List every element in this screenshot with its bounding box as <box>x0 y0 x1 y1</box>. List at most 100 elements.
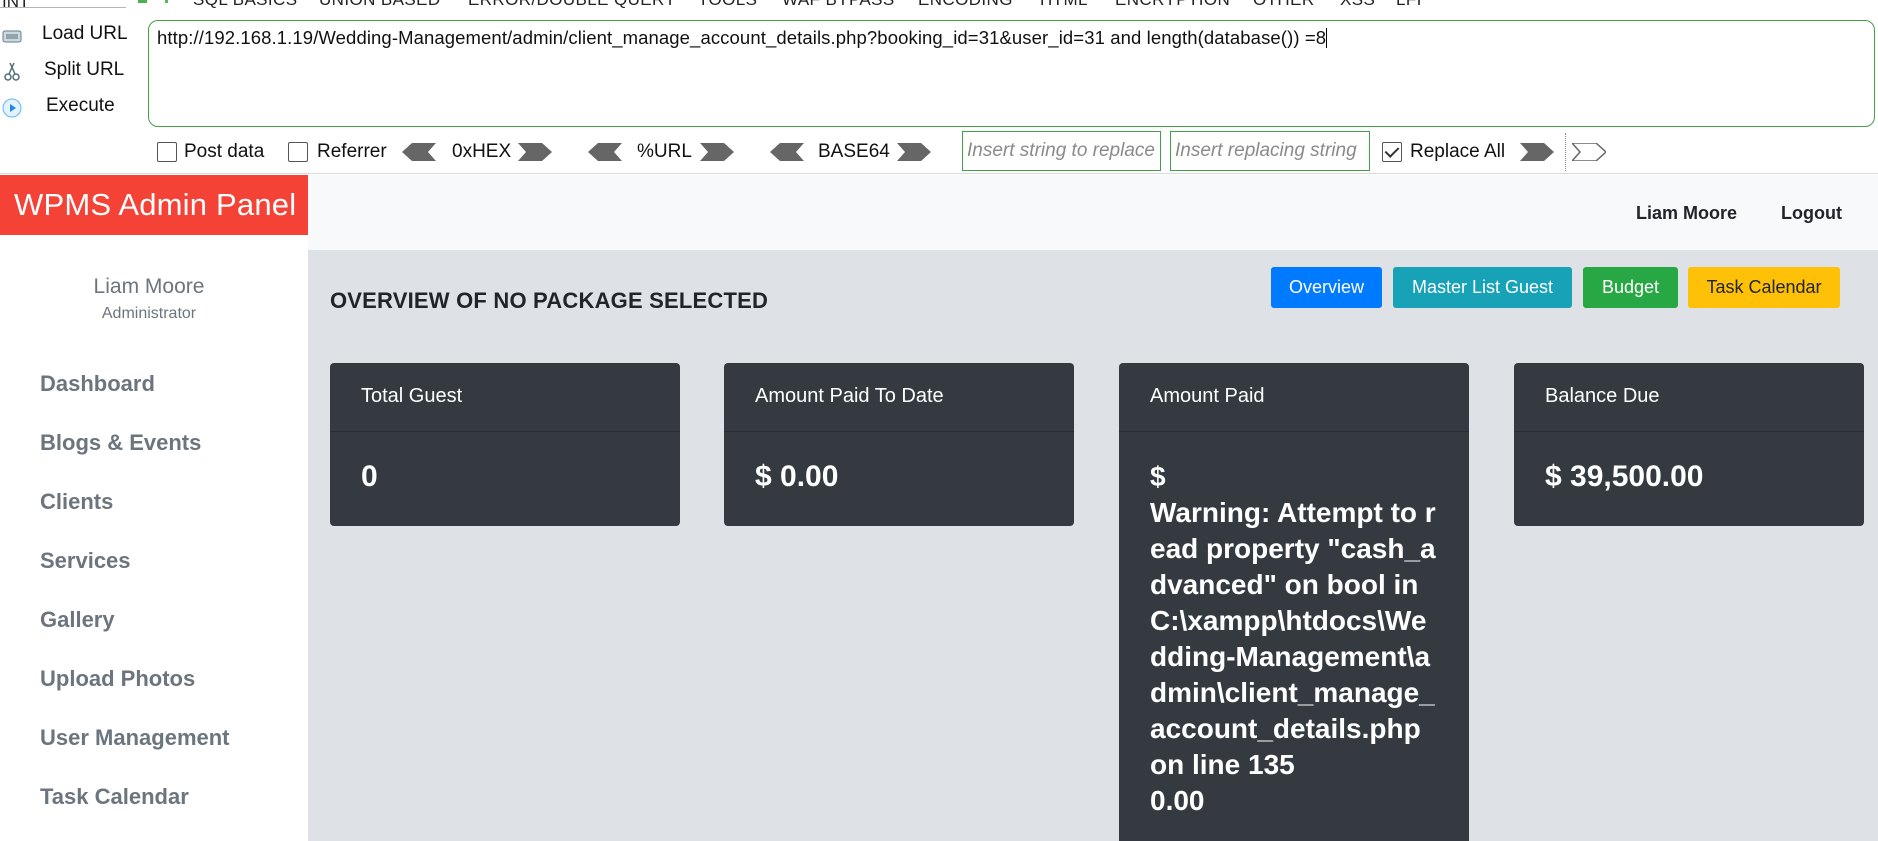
url-encode-label: %URL <box>637 141 692 162</box>
referrer-checkbox[interactable] <box>288 142 308 162</box>
card-value: $ Warning: Attempt to read property "cas… <box>1119 432 1469 841</box>
url-decode-arrow-icon[interactable] <box>588 143 622 161</box>
load-url-label: Load URL <box>42 23 128 44</box>
scissors-icon <box>4 62 20 81</box>
budget-button[interactable]: Budget <box>1583 267 1678 308</box>
post-data-checkbox[interactable] <box>157 142 177 162</box>
post-data-label: Post data <box>184 141 265 162</box>
card-balance-due: Balance Due $ 39,500.00 <box>1514 363 1864 526</box>
menu-label: XSS <box>1340 0 1375 9</box>
menu-other[interactable]: OTHER▾ <box>1253 0 1320 10</box>
text-cursor <box>1326 28 1328 48</box>
execute-button[interactable]: Execute <box>0 92 140 122</box>
replace-find-input[interactable]: Insert string to replace <box>962 131 1161 171</box>
brand-logo[interactable]: WPMS Admin Panel <box>0 175 308 235</box>
base64-label: BASE64 <box>818 141 890 162</box>
menu-waf-bypass[interactable]: WAF BYPASS▾ <box>782 0 901 10</box>
menu-label: TOOLS <box>698 0 757 9</box>
load-url-button[interactable]: Load URL <box>0 20 140 50</box>
card-value-suffix: 0.00 <box>1150 785 1205 816</box>
brand-title: WPMS Admin Panel <box>14 187 297 222</box>
menu-label: ERROR/DOUBLE QUERY <box>468 0 676 9</box>
card-title: Balance Due <box>1514 363 1864 432</box>
split-url-label: Split URL <box>44 59 125 80</box>
overview-button[interactable]: Overview <box>1271 267 1382 308</box>
sidebar-item-gallery[interactable]: Gallery <box>40 607 115 633</box>
card-amount-paid: Amount Paid $ Warning: Attempt to read p… <box>1119 363 1469 841</box>
chevron-down-icon: ⌄ <box>112 0 120 1</box>
logout-link[interactable]: Logout <box>1781 203 1842 224</box>
php-warning-label: Warning <box>1150 497 1261 528</box>
menu-label: SQL BASICS <box>193 0 297 9</box>
replace-find-placeholder: Insert string to replace <box>967 140 1155 161</box>
green-plus-icon <box>165 0 168 3</box>
divider <box>1565 133 1566 171</box>
card-value: 0 <box>361 460 378 493</box>
sidebar-item-services[interactable]: Services <box>40 548 131 574</box>
menu-label: ENCRYPTION <box>1115 0 1230 9</box>
menu-xss[interactable]: XSS▾ <box>1340 0 1381 10</box>
php-warning-text: : Attempt to read property "cash_advance… <box>1150 497 1436 780</box>
menu-label: LFI <box>1396 0 1422 9</box>
menu-html[interactable]: HTML▾ <box>1040 0 1094 10</box>
injection-type-select[interactable]: INT ⌄ <box>0 0 126 11</box>
referrer-label: Referrer <box>317 141 387 162</box>
menu-label: HTML <box>1040 0 1088 9</box>
base64-decode-arrow-icon[interactable] <box>770 143 804 161</box>
sidebar-item-dashboard[interactable]: Dashboard <box>40 371 155 397</box>
card-title: Total Guest <box>330 363 680 432</box>
menu-union-based[interactable]: UNION BASED▾ <box>319 0 446 10</box>
menu-encryption[interactable]: ENCRYPTION▾ <box>1115 0 1236 10</box>
replace-next-arrow-icon[interactable] <box>1572 143 1606 161</box>
hex-decode-arrow-icon[interactable] <box>402 143 436 161</box>
top-navbar: Liam Moore Logout <box>308 175 1878 250</box>
menu-error-double-query[interactable]: ERROR/DOUBLE QUERY▾ <box>468 0 682 10</box>
card-title: Amount Paid <box>1119 363 1469 432</box>
url-text: http://192.168.1.19/Wedding-Management/a… <box>157 27 1327 48</box>
replace-with-placeholder: Insert replacing string <box>1175 140 1357 161</box>
play-icon <box>2 98 22 118</box>
hex-label: 0xHEX <box>452 141 512 162</box>
card-value-prefix: $ <box>1150 461 1166 492</box>
card-total-guest: Total Guest 0 <box>330 363 680 526</box>
sidebar-item-blogs-events[interactable]: Blogs & Events <box>40 430 201 456</box>
menu-label: WAF BYPASS <box>782 0 895 9</box>
sidebar-item-clients[interactable]: Clients <box>40 489 113 515</box>
menu-tools[interactable]: TOOLS▾ <box>698 0 763 10</box>
menu-lfi[interactable]: LFI▾ <box>1396 0 1428 10</box>
page-title: OVERVIEW OF NO PACKAGE SELECTED <box>330 288 769 313</box>
menu-sql-basics[interactable]: SQL BASICS▾ <box>193 0 303 10</box>
load-url-icon <box>2 30 22 43</box>
menu-label: OTHER <box>1253 0 1315 9</box>
replace-all-checkbox[interactable] <box>1382 142 1402 162</box>
sidebar-item-upload-photos[interactable]: Upload Photos <box>40 666 195 692</box>
sidebar-item-task-calendar[interactable]: Task Calendar <box>40 784 189 810</box>
injection-type-value: INT <box>2 0 30 11</box>
card-value: $ 39,500.00 <box>1545 460 1704 493</box>
hackbar-menu-row: INT ⌄ SQL BASICS▾ UNION BASED▾ ERROR/DOU… <box>0 0 1878 11</box>
task-calendar-button[interactable]: Task Calendar <box>1688 267 1840 308</box>
master-list-guest-button[interactable]: Master List Guest <box>1393 267 1572 308</box>
replace-with-input[interactable]: Insert replacing string <box>1170 131 1370 171</box>
card-title: Amount Paid To Date <box>724 363 1074 432</box>
replace-all-label: Replace All <box>1410 141 1506 162</box>
replace-run-arrow-icon[interactable] <box>1520 143 1554 161</box>
main-content: OVERVIEW OF NO PACKAGE SELECTED Overview… <box>308 250 1878 841</box>
hackbar-panel: INT ⌄ SQL BASICS▾ UNION BASED▾ ERROR/DOU… <box>0 0 1878 174</box>
profile-role: Administrator <box>101 305 197 322</box>
execute-label: Execute <box>46 95 115 116</box>
green-square-icon <box>138 0 147 3</box>
base64-encode-arrow-icon[interactable] <box>897 143 931 161</box>
menu-encoding[interactable]: ENCODING▾ <box>918 0 1019 10</box>
hackbar-options-row: Post data Referrer 0xHEX %URL BASE64 Ins… <box>0 131 1878 171</box>
sidebar-item-user-management[interactable]: User Management <box>40 725 230 751</box>
nav-user-name[interactable]: Liam Moore <box>1636 203 1737 224</box>
split-url-button[interactable]: Split URL <box>0 56 140 86</box>
sidebar: Liam Moore Administrator Dashboard Blogs… <box>0 235 308 841</box>
profile-name: Liam Moore <box>93 275 205 298</box>
url-textarea[interactable]: http://192.168.1.19/Wedding-Management/a… <box>148 20 1875 127</box>
url-encode-arrow-icon[interactable] <box>700 143 734 161</box>
card-value: $ 0.00 <box>755 460 839 493</box>
card-amount-paid-to-date: Amount Paid To Date $ 0.00 <box>724 363 1074 526</box>
hex-encode-arrow-icon[interactable] <box>518 143 552 161</box>
